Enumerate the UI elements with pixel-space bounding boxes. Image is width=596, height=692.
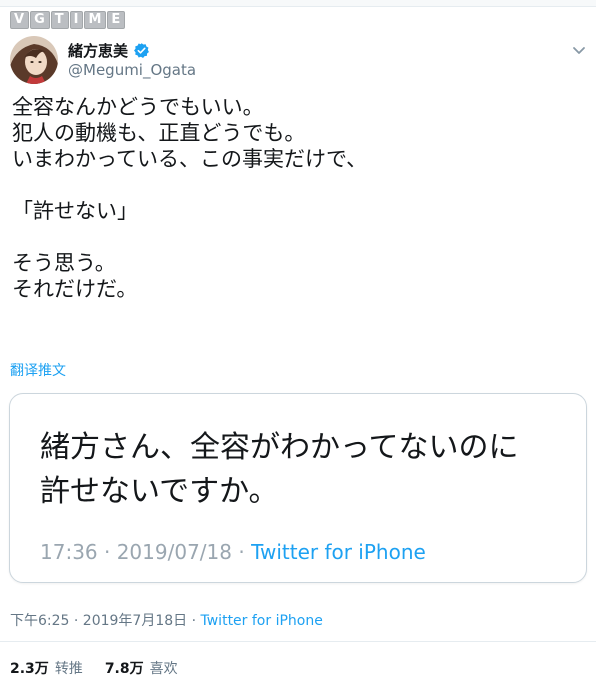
quoted-timestamp: 17:36 · 2019/07/18 · <box>40 540 252 564</box>
quoted-meta: 17:36 · 2019/07/18 · Twitter for iPhone <box>40 540 426 564</box>
author-handle[interactable]: @Megumi_Ogata <box>68 61 196 79</box>
watermark-letter: I <box>69 11 84 29</box>
tweet-page: V G T I M E 緒方恵美 @Megumi_Ogata 全容なんかどうでも… <box>0 0 596 692</box>
tweet-timestamp[interactable]: 下午6:25 · 2019年7月18日 · <box>10 613 201 629</box>
top-border <box>0 0 596 7</box>
watermark-letter: M <box>84 11 107 29</box>
avatar[interactable] <box>10 36 58 84</box>
retweets-label: 转推 <box>54 661 83 677</box>
quoted-text-line: 許せないですか。 <box>40 474 279 509</box>
tweet-line: 犯人の動機も、正直どうでも。 <box>12 121 306 145</box>
retweets-stat[interactable]: 2.3万 转推 <box>10 658 83 678</box>
verified-badge-icon <box>133 42 150 59</box>
likes-count: 7.8万 <box>104 661 144 677</box>
tweet-line: それだけだ。 <box>12 277 138 301</box>
tweet-source-link[interactable]: Twitter for iPhone <box>201 613 323 629</box>
tweet-line: そう思う。 <box>12 251 116 275</box>
tweet-line: 「許せない」 <box>12 199 138 223</box>
divider <box>0 641 596 642</box>
chevron-down-icon[interactable] <box>571 42 587 58</box>
translate-tweet-link[interactable]: 翻译推文 <box>10 360 66 380</box>
likes-stat[interactable]: 7.8万 喜欢 <box>105 658 178 678</box>
author-name-row[interactable]: 緒方恵美 <box>68 40 150 61</box>
watermark-logo: V G T I M E <box>10 10 126 30</box>
quoted-text-line: 緒方さん、全容がわかってないのに <box>40 430 519 465</box>
tweet-meta: 下午6:25 · 2019年7月18日 · Twitter for iPhone <box>10 610 323 630</box>
quoted-tweet-card[interactable]: 緒方さん、全容がわかってないのに 許せないですか。 17:36 · 2019/0… <box>9 393 587 583</box>
tweet-line: いまわかっている、この事実だけで、 <box>12 147 368 171</box>
watermark-letter: E <box>107 11 126 29</box>
watermark-letter: V <box>10 11 30 29</box>
tweet-stats: 2.3万 转推 7.8万 喜欢 <box>10 658 178 678</box>
avatar-image <box>10 36 58 84</box>
watermark-letter: G <box>30 11 50 29</box>
tweet-line: 全容なんかどうでもいい。 <box>12 95 264 119</box>
quoted-source-link: Twitter for iPhone <box>251 540 426 564</box>
likes-label: 喜欢 <box>149 661 178 677</box>
tweet-text: 全容なんかどうでもいい。 犯人の動機も、正直どうでも。 いまわかっている、この事… <box>12 94 582 302</box>
display-name[interactable]: 緒方恵美 <box>68 40 128 61</box>
watermark-letter: T <box>50 11 69 29</box>
retweets-count: 2.3万 <box>10 661 49 677</box>
